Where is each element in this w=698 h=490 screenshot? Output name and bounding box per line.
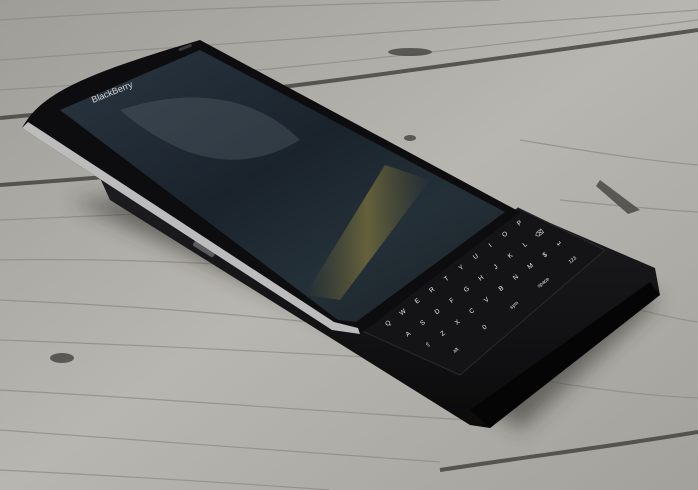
photo-scene: QWERTYUIOPASDFGHJKL⌫⇧ZXCVBNM$↵alt0symspa…: [0, 0, 698, 490]
